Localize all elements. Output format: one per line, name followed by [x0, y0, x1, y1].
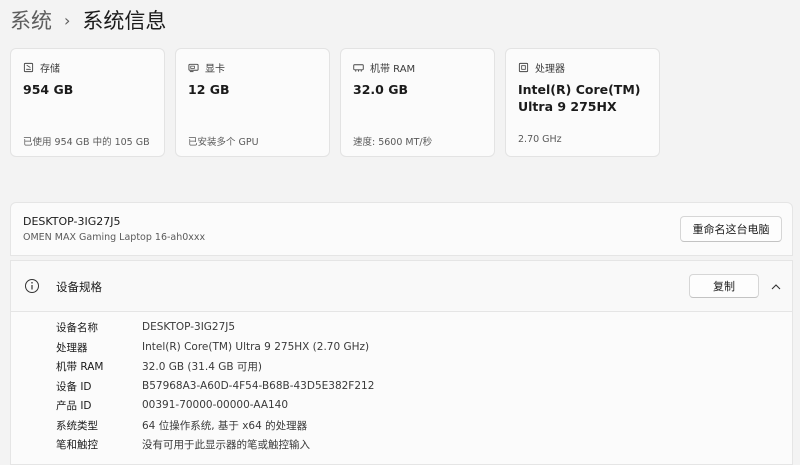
spec-label: 笔和触控	[56, 438, 98, 451]
ram-icon	[353, 64, 364, 72]
ram-card[interactable]: 机带 RAM 32.0 GB 速度: 5600 MT/秒	[340, 48, 495, 157]
rename-pc-button[interactable]: 重命名这台电脑	[680, 216, 782, 242]
card-value: 32.0 GB	[353, 82, 408, 97]
gpu-icon	[188, 63, 199, 73]
summary-cards: 存储 954 GB 已使用 954 GB 中的 105 GB 显卡 12 GB …	[10, 48, 660, 157]
gpu-card[interactable]: 显卡 12 GB 已安装多个 GPU	[175, 48, 330, 157]
spec-value: 00391-70000-00000-AA140	[142, 399, 289, 411]
spec-row: 处理器 Intel(R) Core(TM) Ultra 9 275HX (2.7…	[56, 338, 369, 356]
chevron-up-icon[interactable]	[770, 281, 782, 293]
spec-label: 设备 ID	[56, 380, 92, 393]
card-label: 存储	[40, 64, 60, 75]
card-label: 处理器	[535, 64, 565, 75]
spec-row: 机带 RAM 32.0 GB (31.4 GB 可用)	[56, 357, 262, 375]
spec-value: B57968A3-A60D-4F54-B68B-43D5E382F212	[142, 380, 375, 392]
section-title: 设备规格	[56, 280, 102, 294]
card-subtext: 2.70 GHz	[518, 134, 562, 145]
card-value: Intel(R) Core(TM) Ultra 9 275HX	[518, 82, 641, 114]
spec-label: 处理器	[56, 341, 88, 354]
spec-label: 系统类型	[56, 419, 98, 432]
spec-row: 笔和触控 没有可用于此显示器的笔或触控输入	[56, 435, 310, 453]
card-value: 12 GB	[188, 82, 230, 97]
card-label: 显卡	[205, 64, 225, 75]
spec-row: 设备名称 DESKTOP-3IG27J5	[56, 318, 235, 336]
copy-button[interactable]: 复制	[689, 274, 759, 298]
card-subtext: 速度: 5600 MT/秒	[353, 137, 433, 148]
storage-icon	[23, 62, 34, 73]
device-name-panel: DESKTOP-3IG27J5 OMEN MAX Gaming Laptop 1…	[10, 202, 793, 256]
spec-row: 系统类型 64 位操作系统, 基于 x64 的处理器	[56, 416, 307, 434]
card-subtext: 已安装多个 GPU	[188, 137, 259, 148]
chevron-right-icon: ›	[64, 10, 71, 30]
info-icon	[25, 279, 39, 293]
device-name: DESKTOP-3IG27J5	[23, 215, 121, 228]
spec-row: 产品 ID 00391-70000-00000-AA140	[56, 396, 288, 414]
card-subtext: 已使用 954 GB 中的 105 GB	[23, 137, 150, 148]
cpu-icon	[518, 62, 529, 73]
spec-value: DESKTOP-3IG27J5	[142, 321, 236, 333]
spec-label: 设备名称	[56, 321, 98, 334]
storage-card[interactable]: 存储 954 GB 已使用 954 GB 中的 105 GB	[10, 48, 165, 157]
spec-value: Intel(R) Core(TM) Ultra 9 275HX (2.70 GH…	[142, 341, 370, 353]
cpu-card[interactable]: 处理器 Intel(R) Core(TM) Ultra 9 275HX 2.70…	[505, 48, 660, 157]
breadcrumb: 系统 › 系统信息	[10, 6, 166, 34]
page-title: 系统信息	[82, 9, 167, 33]
card-value: 954 GB	[23, 82, 74, 97]
device-specs-header[interactable]: 设备规格 复制	[10, 260, 793, 312]
spec-row: 设备 ID B57968A3-A60D-4F54-B68B-43D5E382F2…	[56, 377, 374, 395]
spec-value: 64 位操作系统, 基于 x64 的处理器	[142, 419, 308, 432]
card-label: 机带 RAM	[370, 64, 416, 75]
device-model: OMEN MAX Gaming Laptop 16-ah0xxx	[23, 232, 206, 243]
spec-value: 没有可用于此显示器的笔或触控输入	[142, 438, 310, 451]
device-specs-list: 设备名称 DESKTOP-3IG27J5 处理器 Intel(R) Core(T…	[10, 312, 793, 465]
breadcrumb-system-link[interactable]: 系统	[10, 5, 52, 35]
spec-label: 产品 ID	[56, 399, 92, 412]
spec-value: 32.0 GB (31.4 GB 可用)	[142, 360, 262, 373]
spec-label: 机带 RAM	[56, 360, 104, 373]
